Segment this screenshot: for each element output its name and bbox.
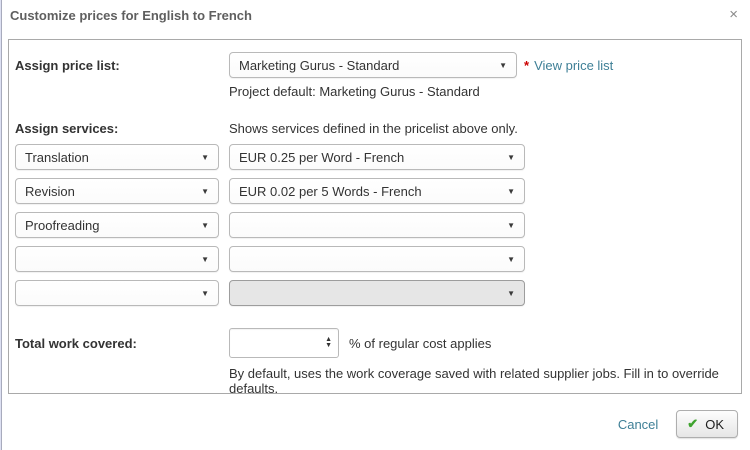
services-hint: Shows services defined in the pricelist … [229,121,518,136]
service-select-2[interactable]: Revision ▼ [15,178,219,204]
service-row: ▼ ▼ [15,280,735,306]
chevron-down-icon: ▼ [507,255,515,264]
price-list-select[interactable]: Marketing Gurus - Standard ▼ [229,52,517,78]
check-icon: ✔ [687,416,698,432]
ok-button[interactable]: ✔ OK [676,410,738,438]
page-background-edge [0,0,2,450]
chevron-down-icon: ▼ [201,153,209,162]
price-select-5[interactable]: ▼ [229,280,525,306]
work-covered-input[interactable]: ▲▼ [229,328,339,358]
price-select-1-value: EUR 0.25 per Word - French [239,150,404,165]
work-covered-label: Total work covered: [15,336,229,351]
service-row: Translation ▼ EUR 0.25 per Word - French… [15,144,735,170]
price-list-default-note: Project default: Marketing Gurus - Stand… [229,84,480,99]
service-row: Revision ▼ EUR 0.02 per 5 Words - French… [15,178,735,204]
modal-header: Customize prices for English to French × [10,8,738,23]
service-select-1[interactable]: Translation ▼ [15,144,219,170]
chevron-down-icon: ▼ [201,187,209,196]
required-marker: * [524,58,529,73]
spinner-down-icon[interactable]: ▼ [325,343,332,349]
service-select-5[interactable]: ▼ [15,280,219,306]
work-covered-suffix: % of regular cost applies [349,336,491,351]
price-select-4[interactable]: ▼ [229,246,525,272]
service-select-3-value: Proofreading [25,218,99,233]
price-list-selected-value: Marketing Gurus - Standard [239,58,399,73]
work-covered-note: By default, uses the work coverage saved… [229,366,735,396]
price-list-default-note-row: Project default: Marketing Gurus - Stand… [229,84,735,99]
work-covered-row: Total work covered: ▲▼ % of regular cost… [15,328,735,358]
service-select-1-value: Translation [25,150,89,165]
chevron-down-icon: ▼ [507,153,515,162]
price-select-3[interactable]: ▼ [229,212,525,238]
customize-prices-form: Assign price list: Marketing Gurus - Sta… [8,39,742,394]
modal-footer: Cancel ✔ OK [618,410,738,438]
spinner-arrows[interactable]: ▲▼ [325,337,332,349]
close-icon[interactable]: × [729,8,738,22]
price-select-2-value: EUR 0.02 per 5 Words - French [239,184,422,199]
service-row: Proofreading ▼ ▼ [15,212,735,238]
services-header-row: Assign services: Shows services defined … [15,121,735,136]
service-select-4[interactable]: ▼ [15,246,219,272]
chevron-down-icon: ▼ [201,255,209,264]
service-select-3[interactable]: Proofreading ▼ [15,212,219,238]
cancel-button[interactable]: Cancel [618,417,658,432]
chevron-down-icon: ▼ [201,221,209,230]
chevron-down-icon: ▼ [499,61,507,70]
chevron-down-icon: ▼ [507,221,515,230]
price-list-row: Assign price list: Marketing Gurus - Sta… [15,52,735,78]
services-label: Assign services: [15,121,229,136]
ok-button-label: OK [705,417,724,432]
service-row: ▼ ▼ [15,246,735,272]
price-select-2[interactable]: EUR 0.02 per 5 Words - French ▼ [229,178,525,204]
chevron-down-icon: ▼ [201,289,209,298]
price-select-1[interactable]: EUR 0.25 per Word - French ▼ [229,144,525,170]
modal-title: Customize prices for English to French [10,8,252,23]
price-list-label: Assign price list: [15,58,229,73]
view-price-list-link[interactable]: View price list [534,58,613,73]
service-select-2-value: Revision [25,184,75,199]
chevron-down-icon: ▼ [507,289,515,298]
chevron-down-icon: ▼ [507,187,515,196]
